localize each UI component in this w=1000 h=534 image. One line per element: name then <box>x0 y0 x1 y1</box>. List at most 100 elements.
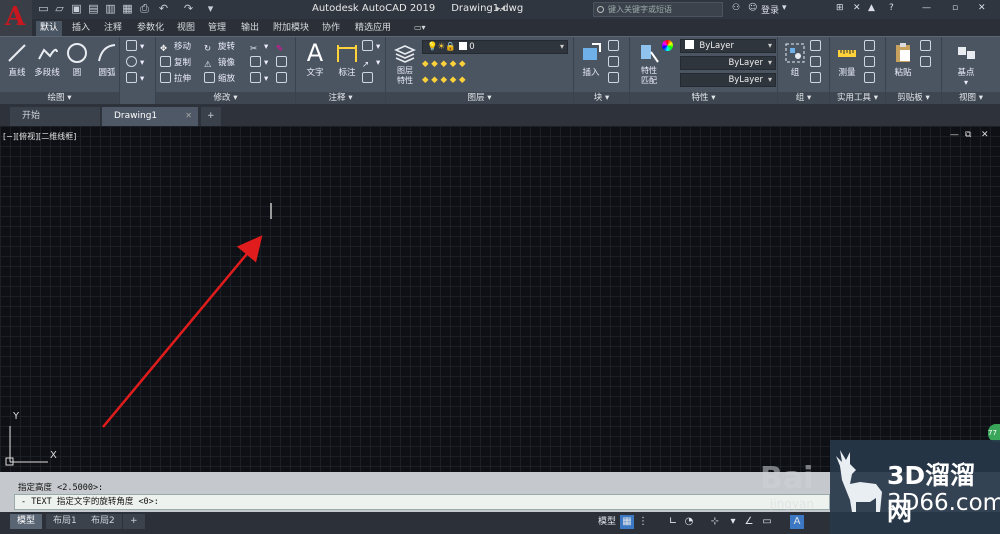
open-file-icon[interactable]: ▱ <box>53 3 66 15</box>
hatch-icon[interactable]: ▾ <box>126 72 144 87</box>
save-to-web-icon[interactable]: ▦ <box>121 3 134 15</box>
command-input[interactable]: - TEXT 指定文字的旋转角度 <0>: <box>14 494 830 510</box>
mirror-button[interactable]: ⚠ 镜像 <box>204 56 235 71</box>
measure-button[interactable]: 测量 <box>832 39 862 87</box>
edit-block-icon[interactable] <box>608 56 622 71</box>
layer-properties-button[interactable]: 图层 特性 <box>390 39 420 87</box>
grid-icon[interactable]: ▦ <box>620 515 634 529</box>
table-icon[interactable] <box>362 72 376 87</box>
tab-drawing1[interactable]: Drawing1 ✕ <box>102 107 198 126</box>
explode-icon[interactable] <box>276 56 290 71</box>
layout-tab-1[interactable]: 布局1 <box>46 514 84 529</box>
otrack-icon[interactable]: ▾ <box>726 515 740 529</box>
text-button[interactable]: A 文字 <box>300 39 330 87</box>
tab-output[interactable]: 输出 <box>237 21 263 36</box>
group-edit-icon[interactable] <box>810 56 824 71</box>
tab-featured-apps[interactable]: 精选应用 <box>351 21 395 36</box>
model-space-button[interactable]: 模型 <box>594 515 620 529</box>
login-dropdown-icon[interactable]: ▾ <box>782 3 787 13</box>
arc-button[interactable]: 圆弧 <box>92 39 122 87</box>
close-tab-icon[interactable]: ✕ <box>185 107 192 125</box>
redo-icon[interactable]: ↷ <box>182 3 195 15</box>
osnap-icon[interactable]: ⊹ <box>708 515 722 529</box>
erase-icon[interactable]: ✎ <box>276 40 290 55</box>
trim-icon[interactable]: ✂ ▾ <box>250 40 268 55</box>
dimension-button[interactable]: 标注 <box>332 39 362 87</box>
copy-clip-icon[interactable] <box>920 56 934 71</box>
customize-qat-icon[interactable]: ▾ <box>204 3 217 15</box>
polyline-button[interactable]: 多段线 <box>32 39 62 87</box>
snap-icon[interactable]: ⋮ <box>636 515 650 529</box>
tab-insert[interactable]: 插入 <box>68 21 94 36</box>
lineweight-dropdown[interactable]: ByLayer <box>680 73 776 87</box>
move-button[interactable]: ✥ 移动 <box>160 40 191 55</box>
application-menu-button[interactable]: A <box>0 0 32 36</box>
attribute-icon[interactable] <box>608 72 622 87</box>
layout-tab-2[interactable]: 布局2 <box>84 514 122 529</box>
tab-collaborate[interactable]: 协作 <box>318 21 344 36</box>
group-button[interactable]: 组 <box>780 39 810 87</box>
ungroup-icon[interactable] <box>810 40 824 55</box>
new-tab-button[interactable]: + <box>201 107 221 126</box>
line-button[interactable]: 直线 <box>2 39 32 87</box>
login-link[interactable]: 登录 <box>761 3 779 16</box>
paste-button[interactable]: 粘贴 <box>888 39 918 87</box>
layer-tools-row-1[interactable]: ◆ ◆ ◆ ◆ ◆ <box>422 57 466 72</box>
ribbon-options-icon[interactable]: ▭▾ <box>410 21 430 36</box>
help-icon[interactable]: ? <box>889 3 894 13</box>
rotate-button[interactable]: ↻ 旋转 <box>204 40 235 55</box>
match-properties-button[interactable]: 特性 匹配 <box>634 39 664 87</box>
tab-parametric[interactable]: 参数化 <box>133 21 168 36</box>
select-all-icon[interactable] <box>864 56 878 71</box>
cut-icon[interactable] <box>920 40 934 55</box>
user-icon[interactable]: ☺ <box>748 3 757 13</box>
connect-icon[interactable]: ▲ <box>868 3 875 13</box>
linetype-dropdown[interactable]: ByLayer <box>680 56 776 70</box>
open-from-web-icon[interactable]: ▥ <box>104 3 117 15</box>
leader-icon[interactable]: ↗ ▾ <box>362 56 380 71</box>
base-view-button[interactable]: 基点 ▾ <box>946 39 986 87</box>
lineweight-icon[interactable]: ∠ <box>742 515 756 529</box>
insert-button[interactable]: 插入 <box>576 39 606 87</box>
layer-dropdown[interactable]: 💡☀🔒 0 <box>422 40 568 54</box>
tab-annotate[interactable]: 注释 <box>100 21 126 36</box>
group-select-icon[interactable] <box>810 72 824 87</box>
calculator-icon[interactable] <box>864 72 878 87</box>
layout-tab-model[interactable]: 模型 <box>10 514 43 529</box>
minimize-icon[interactable]: — <box>922 3 931 13</box>
a360-icon[interactable]: ✕ <box>853 3 861 13</box>
tab-view[interactable]: 视图 <box>173 21 199 36</box>
polar-icon[interactable]: ◔ <box>682 515 696 529</box>
undo-icon[interactable]: ↶ <box>157 3 170 15</box>
stretch-button[interactable]: 拉伸 <box>160 72 191 87</box>
share-icon[interactable]: ▸◂ <box>496 4 505 14</box>
rectangle-icon[interactable]: ▾ <box>126 40 144 55</box>
color-dropdown[interactable]: ByLayer <box>680 39 776 53</box>
color-wheel-icon[interactable] <box>662 40 676 55</box>
save-as-icon[interactable]: ▤ <box>87 3 100 15</box>
tab-start[interactable]: 开始 <box>10 107 100 126</box>
plot-icon[interactable]: ⎙ <box>138 3 151 15</box>
circle-button[interactable]: 圆 <box>62 39 92 87</box>
scale-button[interactable]: 缩放 <box>204 72 235 87</box>
fillet-icon[interactable]: ▾ <box>250 56 268 71</box>
array-icon[interactable]: ▾ <box>250 72 268 87</box>
search-input[interactable]: 键入关键字或短语 <box>593 2 723 17</box>
drawing-canvas[interactable]: [−][俯视][二维线框] — ⧉ ✕ Y X 77 <box>0 126 1000 472</box>
close-icon[interactable]: ✕ <box>978 3 986 13</box>
tab-manage[interactable]: 管理 <box>204 21 230 36</box>
offset-icon[interactable] <box>276 72 290 87</box>
copy-button[interactable]: 复制 <box>160 56 191 71</box>
tab-addins[interactable]: 附加模块 <box>269 21 313 36</box>
layer-tools-row-2[interactable]: ◆ ◆ ◆ ◆ ◆ <box>422 73 466 88</box>
quick-select-icon[interactable] <box>864 40 878 55</box>
linear-dim-icon[interactable]: ▾ <box>362 40 380 55</box>
maximize-icon[interactable]: ▫ <box>952 3 958 13</box>
save-icon[interactable]: ▣ <box>70 3 83 15</box>
binoculars-icon[interactable]: ⚇ <box>732 3 740 13</box>
ortho-icon[interactable]: ∟ <box>666 515 680 529</box>
new-file-icon[interactable]: ▭ <box>37 3 50 15</box>
create-block-icon[interactable] <box>608 40 622 55</box>
tab-home[interactable]: 默认 <box>36 21 63 36</box>
ellipse-icon[interactable]: ▾ <box>126 56 144 71</box>
